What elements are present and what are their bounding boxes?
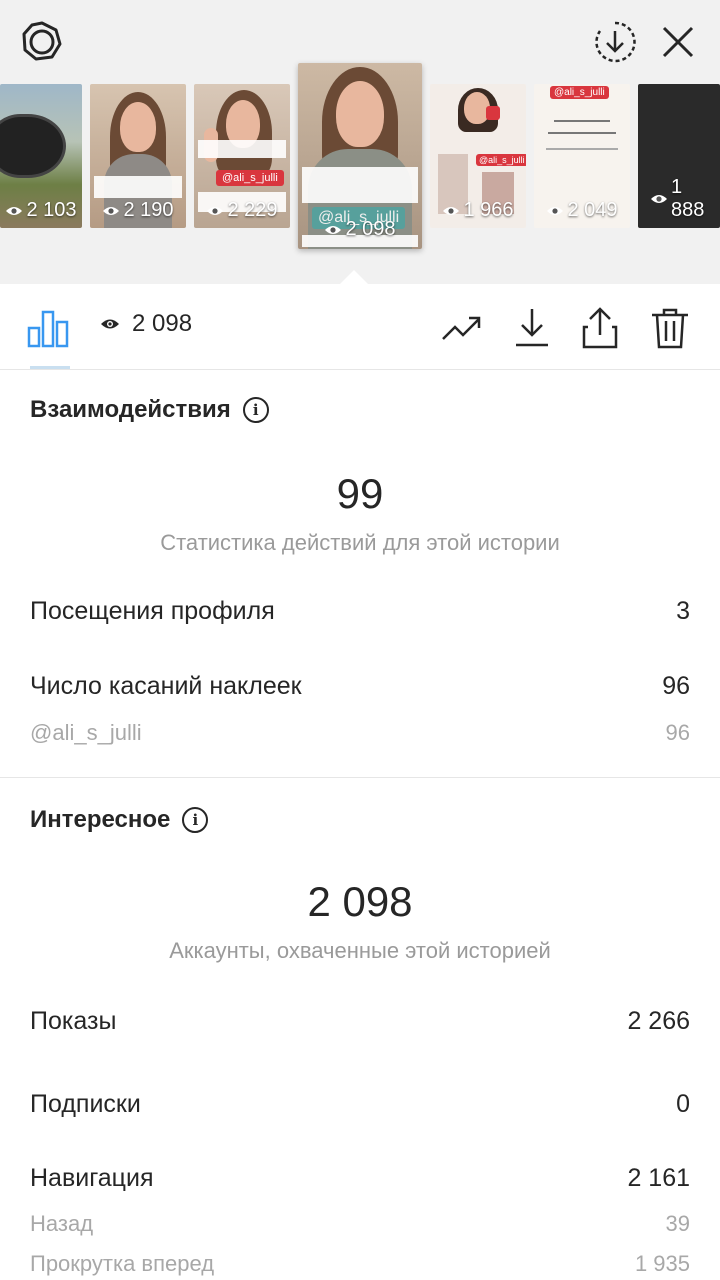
stat-label: Подписки <box>30 1090 141 1118</box>
eye-icon <box>325 225 342 234</box>
trash-icon <box>652 308 688 349</box>
stat-row-sticker-taps: Число касаний наклеек 96 <box>30 672 690 701</box>
discovery-header: Интересное i <box>30 806 209 834</box>
text-line <box>548 132 616 134</box>
download-circle-icon <box>595 21 636 63</box>
interactions-title: Взаимодействия <box>30 396 231 423</box>
story-thumbnail[interactable]: @ali_s_julli 2 049 <box>534 84 630 228</box>
story-thumbnail[interactable]: 2 103 <box>0 84 82 228</box>
interactions-header: Взаимодействия i <box>30 396 269 424</box>
interactions-total: 99 <box>336 470 384 517</box>
viewers-count[interactable]: 2 098 <box>100 310 192 338</box>
eye-icon <box>101 319 119 329</box>
caption-box <box>94 176 182 198</box>
text-line <box>554 120 610 122</box>
story-toolbar: 2 098 <box>0 284 720 370</box>
bar-chart-icon <box>27 310 69 348</box>
story-thumbnail[interactable]: @ali_s_julli 1 966 <box>430 84 526 228</box>
caption-box <box>302 167 418 203</box>
info-icon[interactable]: i <box>242 397 269 423</box>
share-button[interactable] <box>578 306 622 350</box>
stat-value: 96 <box>662 672 690 700</box>
mention-sticker: @ali_s_julli <box>476 154 526 166</box>
story-thumbnail[interactable]: 1 888 <box>638 84 720 228</box>
insights-tab[interactable] <box>26 306 70 350</box>
stat-label: Показы <box>30 1007 117 1035</box>
stat-label: Число касаний наклеек <box>30 672 302 700</box>
promote-button[interactable] <box>440 306 484 350</box>
mention-sticker: @ali_s_julli <box>550 86 609 99</box>
stat-label: Навигация <box>30 1164 154 1192</box>
mention-sticker: @ali_s_julli <box>216 170 284 186</box>
eye-icon <box>547 206 564 215</box>
thumbnail-views: 2 098 <box>298 218 422 241</box>
close-icon <box>662 26 694 58</box>
delete-button[interactable] <box>648 306 692 350</box>
stat-subrow-back: Назад 39 <box>30 1211 690 1237</box>
stat-label: Прокрутка вперед <box>30 1251 215 1276</box>
share-icon <box>582 307 618 349</box>
save-story-button[interactable] <box>590 18 640 66</box>
stat-value: 2 161 <box>627 1164 690 1192</box>
stat-value: 96 <box>665 720 690 745</box>
face-shape <box>120 102 156 152</box>
eye-icon <box>103 206 120 215</box>
settings-button[interactable] <box>18 18 66 66</box>
thumbnail-views: 1 966 <box>430 199 526 222</box>
stat-row-follows: Подписки 0 <box>30 1090 690 1119</box>
text-line <box>546 148 618 150</box>
story-thumbnail-selected[interactable]: @ali_s_julli 2 098 <box>298 63 422 249</box>
stat-label: Назад <box>30 1211 94 1236</box>
discovery-total: 2 098 <box>307 878 413 925</box>
info-icon[interactable]: i <box>182 807 209 833</box>
settings-icon <box>22 21 62 61</box>
stat-value: 39 <box>665 1211 690 1236</box>
viewers-count-value: 2 098 <box>132 310 193 337</box>
eye-icon <box>443 206 460 215</box>
download-icon <box>516 309 548 347</box>
stat-row-profile-visits: Посещения профиля 3 <box>30 597 690 626</box>
thumbnail-views: 2 049 <box>534 199 630 222</box>
close-button[interactable] <box>654 18 702 66</box>
thumbnail-views: 2 103 <box>0 199 82 222</box>
stat-label: @ali_s_julli <box>30 720 142 745</box>
active-tab-indicator <box>30 366 70 369</box>
story-thumbnail[interactable]: @ali_s_julli 2 229 <box>194 84 290 228</box>
eye-icon <box>651 195 667 203</box>
stat-label: Посещения профиля <box>30 597 275 625</box>
thumbnail-views: 2 229 <box>194 199 290 222</box>
stat-subrow-mention: @ali_s_julli 96 <box>30 720 690 746</box>
download-button[interactable] <box>510 306 554 350</box>
stat-row-impressions: Показы 2 266 <box>30 1007 690 1036</box>
stat-value: 3 <box>676 597 690 625</box>
thumbnail-views: 2 190 <box>90 199 186 222</box>
eye-icon <box>207 206 224 215</box>
stat-value: 2 266 <box>627 1007 690 1035</box>
eye-icon <box>6 206 23 215</box>
discovery-title: Интересное <box>30 806 171 833</box>
trending-icon <box>442 316 481 340</box>
section-divider <box>0 777 720 778</box>
discovery-caption: Аккаунты, охваченные этой историей <box>169 938 551 963</box>
face-shape <box>336 81 384 147</box>
lips-shape <box>486 106 500 120</box>
stat-value: 1 935 <box>634 1251 690 1276</box>
stat-subrow-forward: Прокрутка вперед 1 935 <box>30 1251 690 1277</box>
stat-row-navigation: Навигация 2 161 <box>30 1164 690 1193</box>
interactions-caption: Статистика действий для этой истории <box>160 530 560 555</box>
thumbnail-views: 1 888 <box>638 176 720 222</box>
story-thumbnail[interactable]: 2 190 <box>90 84 186 228</box>
caption-box <box>198 140 286 158</box>
stat-value: 0 <box>676 1090 690 1118</box>
selected-pointer <box>340 270 368 284</box>
car-mirror-shape <box>0 114 66 178</box>
